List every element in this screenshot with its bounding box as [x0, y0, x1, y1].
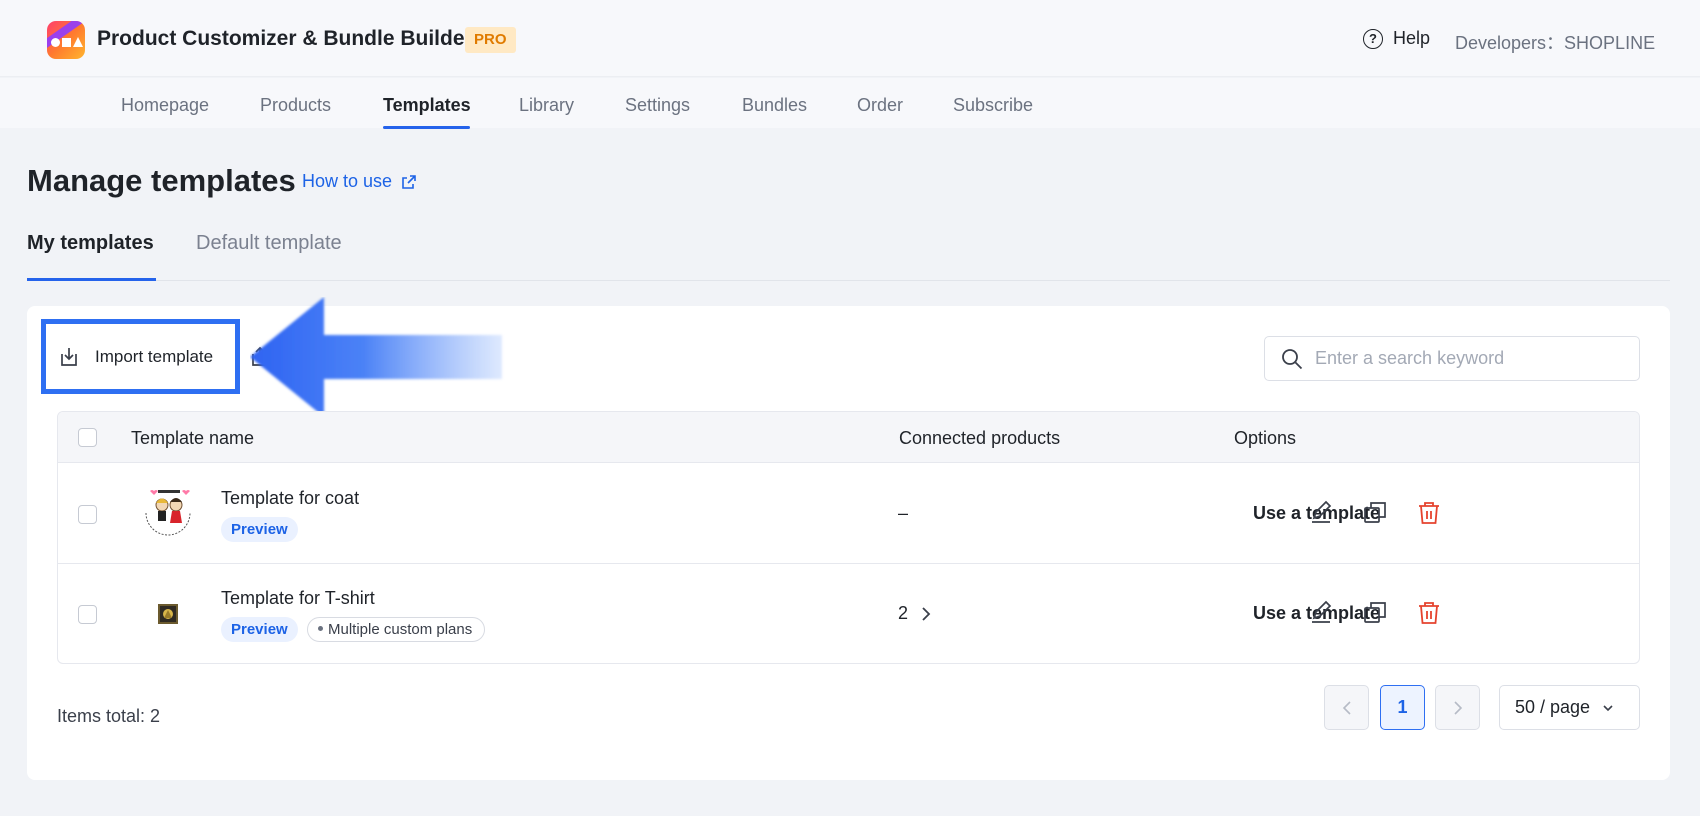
app-logo-icon	[47, 21, 85, 59]
items-total: Items total: 2	[57, 706, 161, 726]
edit-icon[interactable]	[1308, 600, 1334, 626]
dot-icon	[318, 625, 323, 631]
connected-count: –	[898, 503, 909, 523]
row-checkbox[interactable]	[78, 605, 97, 624]
table-header: Template name Connected products Options	[58, 412, 1639, 463]
header-options: Options	[1234, 428, 1297, 448]
prev-page-button[interactable]	[1324, 685, 1369, 730]
nav-item-templates[interactable]: Templates	[383, 95, 471, 116]
tabs-divider	[27, 280, 1670, 281]
preview-tag[interactable]: Preview	[221, 517, 298, 542]
header-template-name: Template name	[131, 428, 255, 448]
nav-item-products[interactable]: Products	[260, 95, 331, 116]
developers-label: Developers：SHOPLINE	[1455, 33, 1656, 53]
delete-icon[interactable]	[1416, 600, 1442, 626]
nav-item-order[interactable]: Order	[857, 95, 903, 116]
copy-icon[interactable]	[1362, 600, 1388, 626]
nav-item-bundles[interactable]: Bundles	[742, 95, 807, 116]
copy-icon[interactable]	[1362, 500, 1388, 526]
select-all-checkbox[interactable]	[78, 428, 97, 447]
templates-table: Template name Connected products Options…	[57, 411, 1640, 664]
page-title: Manage templates	[27, 163, 296, 198]
nav-item-homepage[interactable]: Homepage	[121, 95, 209, 116]
arrow-pointer-icon	[250, 297, 502, 417]
template-name: Template for T-shirt	[221, 588, 375, 608]
help-icon: ?	[1363, 28, 1383, 49]
delete-icon[interactable]	[1416, 500, 1442, 526]
template-name: Template for coat	[221, 488, 360, 508]
search-icon	[1282, 348, 1303, 369]
page-size-label: 50 / page	[1515, 697, 1591, 717]
search-input-wrapper[interactable]	[1264, 336, 1640, 381]
connected-products-value[interactable]: 2	[898, 603, 932, 624]
how-to-use-label: How to use	[302, 171, 393, 191]
help-label: Help	[1393, 28, 1431, 48]
search-input[interactable]	[1315, 348, 1615, 369]
edit-icon[interactable]	[1308, 500, 1334, 526]
page-number-1[interactable]: 1	[1380, 685, 1425, 730]
chevron-right-icon	[1453, 700, 1462, 715]
app-title: Product Customizer & Bundle Builder	[97, 27, 473, 50]
header-connected-products: Connected products	[899, 428, 1061, 448]
page-size-select[interactable]: 50 / page	[1499, 685, 1640, 730]
how-to-use-link[interactable]: How to use	[302, 171, 417, 192]
nav-active-indicator	[383, 126, 470, 129]
external-link-icon	[402, 174, 416, 189]
row-checkbox[interactable]	[78, 505, 97, 524]
table-row: Template for coat Preview – Use a templa…	[58, 464, 1639, 564]
template-thumbnail-coat	[138, 483, 198, 543]
next-page-button[interactable]	[1435, 685, 1480, 730]
chevron-down-icon	[1603, 704, 1613, 711]
preview-tag[interactable]: Preview	[221, 617, 298, 642]
table-row: Template for T-shirt Preview Multiple cu…	[58, 564, 1639, 663]
chevron-left-icon	[1342, 700, 1351, 715]
import-template-button[interactable]: Import template	[57, 345, 213, 369]
main-nav: Homepage Products Templates Library Sett…	[0, 78, 1700, 128]
tab-default-template[interactable]: Default template	[196, 232, 342, 255]
pro-badge: PRO	[465, 27, 516, 53]
chevron-right-icon[interactable]	[920, 606, 932, 622]
help-link[interactable]: ? Help	[1363, 28, 1430, 49]
import-icon	[61, 348, 77, 366]
tab-my-templates[interactable]: My templates	[27, 232, 154, 255]
nav-item-subscribe[interactable]: Subscribe	[953, 95, 1033, 116]
top-bar: Product Customizer & Bundle Builder PRO …	[0, 0, 1700, 77]
nav-item-settings[interactable]: Settings	[625, 95, 690, 116]
import-template-label: Import template	[95, 347, 214, 366]
connected-products-value: –	[898, 503, 908, 524]
connected-count: 2	[898, 603, 909, 623]
nav-item-library[interactable]: Library	[519, 95, 574, 116]
template-thumbnail-tshirt	[138, 584, 198, 644]
tab-active-indicator	[27, 278, 156, 281]
plans-tag-label: Multiple custom plans	[328, 621, 473, 638]
multiple-plans-tag: Multiple custom plans	[307, 617, 486, 642]
